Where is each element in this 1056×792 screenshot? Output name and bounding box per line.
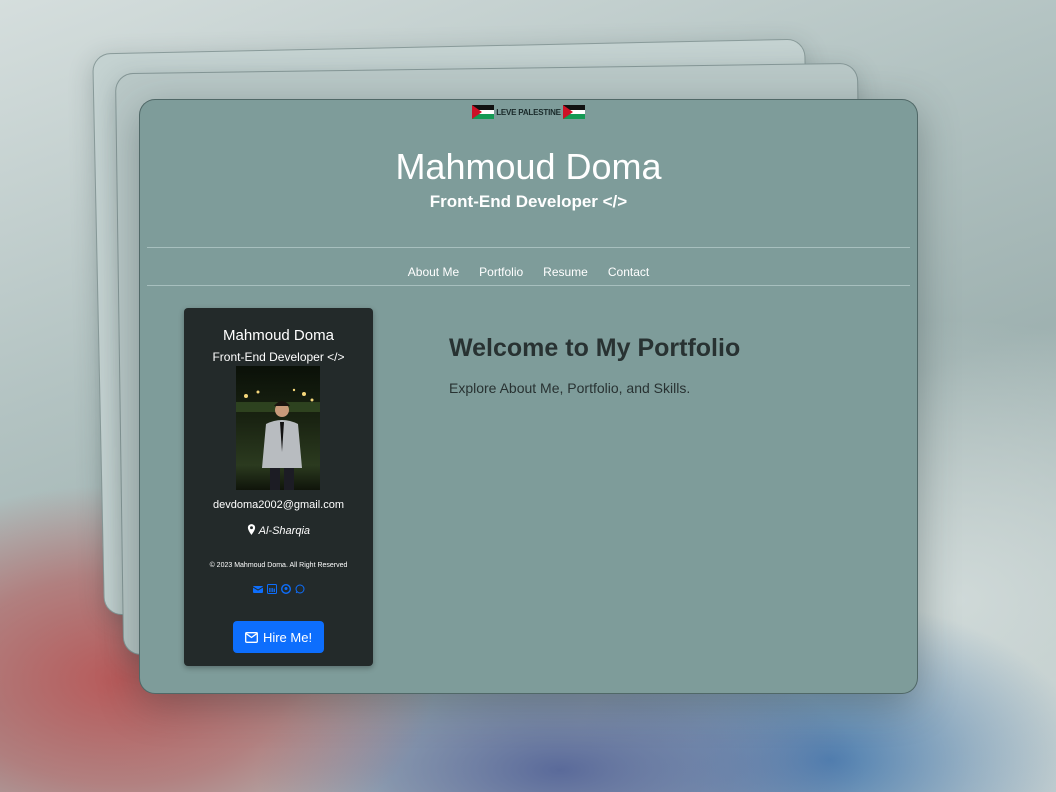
envelope-icon bbox=[244, 631, 258, 643]
linkedin-icon[interactable] bbox=[266, 584, 277, 594]
nav-contact[interactable]: Contact bbox=[608, 265, 649, 279]
hire-me-label: Hire Me! bbox=[262, 629, 313, 645]
map-pin-icon bbox=[247, 524, 256, 535]
nav-about-me[interactable]: About Me bbox=[408, 265, 459, 279]
social-links bbox=[184, 584, 373, 594]
intro-text: Explore About Me, Portfolio, and Skills. bbox=[449, 380, 691, 396]
profile-photo bbox=[236, 366, 320, 490]
browser-window: LEVE PALESTINE Mahmoud Doma Front-End De… bbox=[139, 99, 918, 694]
nav-portfolio[interactable]: Portfolio bbox=[479, 265, 523, 279]
profile-location: Al-Sharqia bbox=[184, 524, 373, 537]
profile-card: Mahmoud Doma Front-End Developer </> dev… bbox=[184, 308, 373, 666]
profile-copyright: © 2023 Mahmoud Doma. All Right Reserved bbox=[209, 562, 348, 569]
palestine-flag-icon bbox=[472, 105, 495, 119]
divider bbox=[147, 247, 910, 248]
site-title: Mahmoud Doma bbox=[395, 146, 662, 187]
profile-name: Mahmoud Doma bbox=[223, 327, 334, 344]
envelope-icon[interactable] bbox=[252, 584, 263, 594]
banner-text: LEVE PALESTINE bbox=[496, 107, 561, 117]
hire-me-button[interactable]: Hire Me! bbox=[233, 621, 324, 653]
palestine-banner: LEVE PALESTINE bbox=[140, 104, 917, 120]
profile-email: devdoma2002@gmail.com bbox=[212, 499, 344, 511]
github-icon[interactable] bbox=[280, 584, 291, 594]
nav-resume[interactable]: Resume bbox=[543, 265, 588, 279]
profile-role: Front-End Developer </> bbox=[212, 350, 345, 364]
divider bbox=[147, 285, 910, 286]
palestine-flag-icon bbox=[562, 105, 585, 119]
main-nav: About Me Portfolio Resume Contact bbox=[140, 265, 917, 279]
site-subtitle: Front-End Developer </> bbox=[429, 192, 628, 211]
profile-location-text: Al-Sharqia bbox=[258, 525, 310, 537]
welcome-heading: Welcome to My Portfolio bbox=[449, 334, 741, 362]
whatsapp-icon[interactable] bbox=[295, 584, 305, 594]
